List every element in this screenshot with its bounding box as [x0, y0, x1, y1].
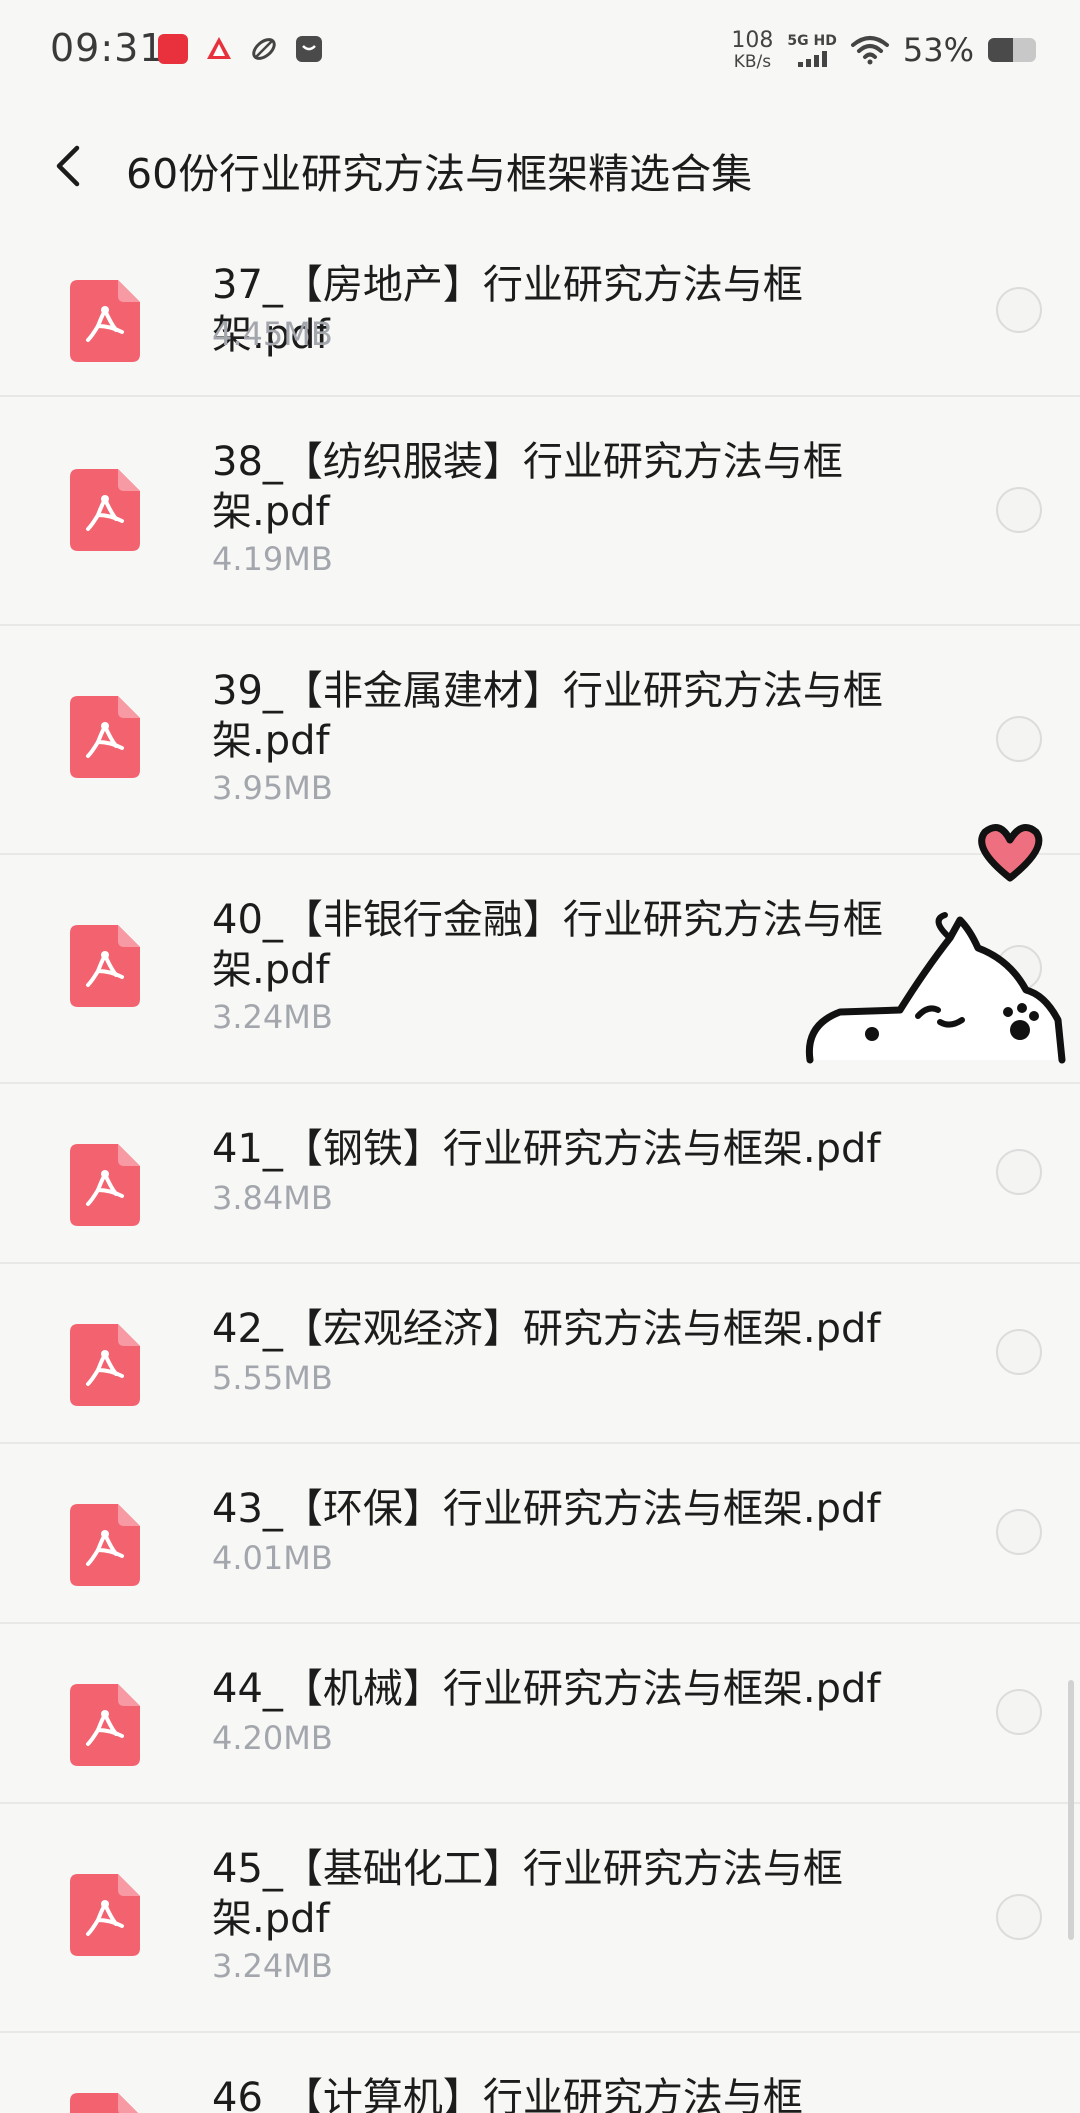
file-name: 41_【钢铁】行业研究方法与框架.pdf — [212, 1126, 881, 1172]
file-size: 4.01MB — [212, 1539, 333, 1577]
network-speed-value: 108 — [731, 27, 774, 53]
pdf-file-icon — [70, 696, 140, 778]
network-speed: 108 KB/s — [731, 27, 774, 72]
file-row[interactable]: 45_【基础化工】行业研究方法与框架.pdf 3.24MB — [0, 1804, 1080, 2033]
file-size: 4.20MB — [212, 1719, 333, 1757]
status-time: 09:31 — [50, 26, 165, 70]
file-size: 4.45MB — [212, 315, 333, 353]
sail-notification-icon — [207, 37, 231, 59]
pdf-file-icon — [70, 1684, 140, 1766]
cat-sticker-decoration — [805, 824, 1066, 1064]
pdf-file-icon — [70, 1874, 140, 1956]
file-size: 3.95MB — [212, 769, 333, 807]
back-button[interactable] — [40, 138, 96, 194]
file-row[interactable]: 37_【房地产】行业研究方法与框架.pdf 4.45MB — [0, 230, 1080, 397]
select-radio[interactable] — [996, 1689, 1042, 1735]
network-speed-unit: KB/s — [733, 51, 772, 72]
file-size: 3.84MB — [212, 1179, 333, 1217]
leaf-notification-icon — [252, 38, 276, 60]
file-name: 39_【非金属建材】行业研究方法与框架.pdf — [212, 668, 883, 764]
select-radio[interactable] — [996, 287, 1042, 333]
select-radio[interactable] — [996, 1509, 1042, 1555]
file-size: 4.19MB — [212, 540, 333, 578]
red-app-notification-icon — [158, 34, 188, 64]
battery-percent: 53% — [902, 31, 974, 69]
file-name: 43_【环保】行业研究方法与框架.pdf — [212, 1486, 881, 1532]
file-list: 37_【房地产】行业研究方法与框架.pdf 4.45MB 38_【纺织服装】行业… — [0, 230, 1080, 2113]
battery-icon — [988, 38, 1036, 62]
file-name: 38_【纺织服装】行业研究方法与框架.pdf — [212, 439, 843, 535]
pdf-file-icon — [70, 1504, 140, 1586]
file-name: 40_【非银行金融】行业研究方法与框架.pdf — [212, 897, 883, 993]
select-radio[interactable] — [996, 487, 1042, 533]
select-radio[interactable] — [996, 716, 1042, 762]
message-notification-icon — [296, 36, 322, 62]
file-size: 5.55MB — [212, 1359, 333, 1397]
file-row[interactable]: 38_【纺织服装】行业研究方法与框架.pdf 4.19MB — [0, 397, 1080, 626]
select-radio[interactable] — [996, 1894, 1042, 1940]
wifi-icon — [850, 36, 889, 65]
page-title: 60份行业研究方法与框架精选合集 — [126, 150, 753, 198]
status-bar: 09:31 108 KB/s 5G HD 53% — [0, 0, 1080, 100]
file-row[interactable]: 46_【计算机】行业研究方法与框架.pdf — [0, 2033, 1080, 2113]
file-name: 45_【基础化工】行业研究方法与框架.pdf — [212, 1846, 843, 1942]
file-name: 44_【机械】行业研究方法与框架.pdf — [212, 1666, 881, 1712]
network-label: 5G HD — [787, 32, 837, 49]
file-row[interactable]: 41_【钢铁】行业研究方法与框架.pdf 3.84MB — [0, 1084, 1080, 1264]
pdf-file-icon — [70, 469, 140, 551]
cellular-signal-icon: 5G HD — [787, 32, 837, 67]
select-radio[interactable] — [996, 1149, 1042, 1195]
file-row[interactable]: 42_【宏观经济】研究方法与框架.pdf 5.55MB — [0, 1264, 1080, 1444]
file-size: 3.24MB — [212, 1947, 333, 1985]
pdf-file-icon — [70, 1324, 140, 1406]
header: 60份行业研究方法与框架精选合集 — [0, 100, 1080, 230]
chevron-left-icon — [56, 145, 80, 187]
file-row[interactable]: 44_【机械】行业研究方法与框架.pdf 4.20MB — [0, 1624, 1080, 1804]
file-name: 46_【计算机】行业研究方法与框架.pdf — [212, 2075, 803, 2113]
pdf-file-icon — [70, 925, 140, 1007]
file-size: 3.24MB — [212, 998, 333, 1036]
pdf-file-icon — [70, 2093, 138, 2113]
file-name: 42_【宏观经济】研究方法与框架.pdf — [212, 1306, 881, 1352]
status-right-group: 108 KB/s 5G HD 53% — [731, 28, 1036, 72]
pdf-file-icon — [70, 280, 140, 362]
pdf-file-icon — [70, 1144, 140, 1226]
select-radio[interactable] — [996, 1329, 1042, 1375]
file-row[interactable]: 43_【环保】行业研究方法与框架.pdf 4.01MB — [0, 1444, 1080, 1624]
battery-fill — [988, 38, 1014, 62]
scrollbar[interactable] — [1068, 1680, 1074, 1940]
